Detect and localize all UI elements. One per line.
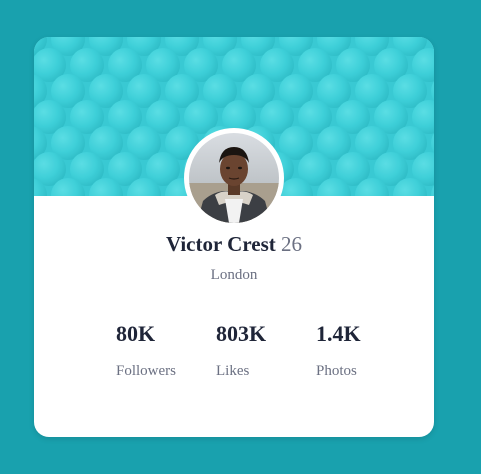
profile-name-line: Victor Crest 26 — [34, 231, 434, 257]
profile-card: Victor Crest 26 London 80K Followers 803… — [34, 37, 434, 437]
stat-photos: 1.4K Photos — [316, 321, 361, 380]
stat-label: Likes — [216, 363, 250, 379]
stat-value: 80K — [116, 321, 156, 346]
stat-label: Photos — [316, 363, 357, 379]
stat-likes: 803K Likes — [216, 321, 266, 380]
profile-photo-icon — [189, 133, 279, 223]
profile-age: 26 — [281, 232, 303, 256]
stat-value: 803K — [216, 321, 267, 346]
profile-name: Victor Crest — [165, 232, 276, 256]
stat-followers: 80K Followers — [116, 321, 176, 380]
stat-value: 1.4K — [316, 321, 361, 346]
avatar[interactable] — [184, 128, 284, 228]
stat-label: Followers — [116, 363, 176, 379]
profile-location: London — [210, 267, 258, 283]
